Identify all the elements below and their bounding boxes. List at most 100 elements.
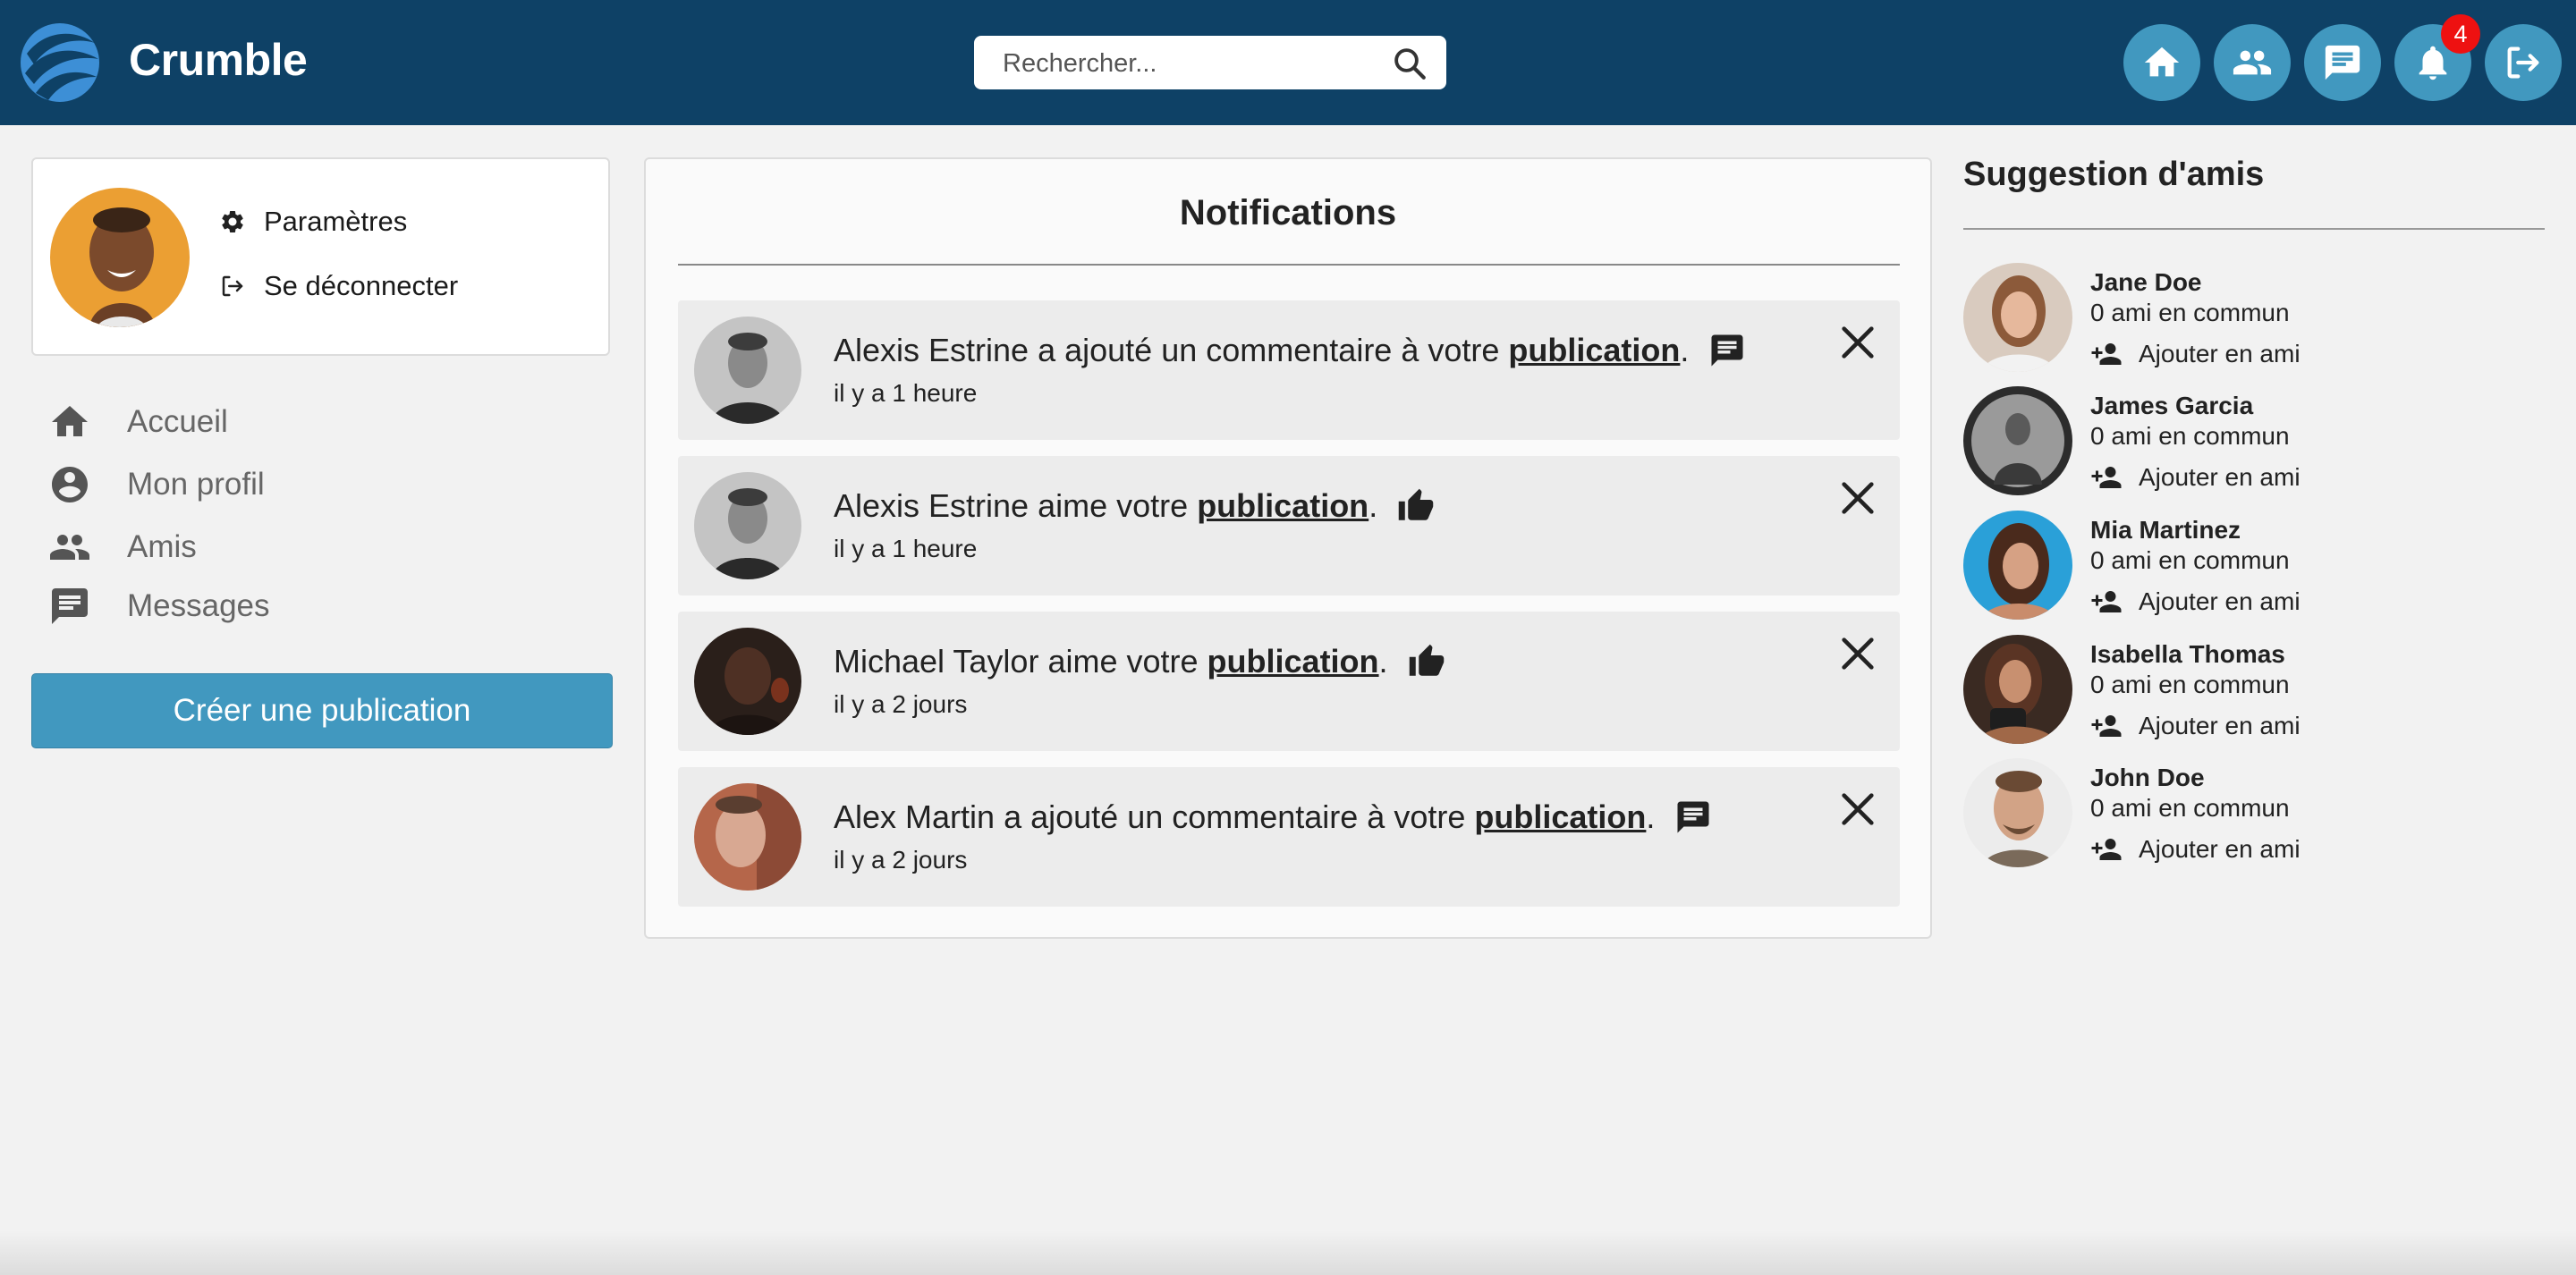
create-post-button[interactable]: Créer une publication: [31, 673, 613, 748]
avatar[interactable]: [1963, 635, 2072, 744]
publication-link[interactable]: publication: [1208, 643, 1379, 680]
notification-punct: .: [1378, 643, 1388, 680]
notification-time: il y a 1 heure: [834, 535, 978, 562]
publication-link[interactable]: publication: [1474, 798, 1646, 836]
notification-count-badge: 4: [2441, 14, 2480, 54]
notifications-title: Notifications: [1179, 193, 1397, 232]
close-icon[interactable]: [1837, 789, 1878, 830]
suggestion-name[interactable]: Jane Doe: [2090, 268, 2202, 297]
notification-item[interactable]: Alexis Estrine a ajouté un commentaire à…: [678, 300, 1900, 440]
publication-link[interactable]: publication: [1197, 487, 1368, 525]
avatar[interactable]: [1963, 263, 2072, 372]
notification-text: Michael Taylor aime votre publication.: [834, 643, 1445, 680]
mutual-friends: 0 ami en commun: [2090, 546, 2290, 574]
notification-punct: .: [1368, 487, 1378, 524]
nav-item-accueil[interactable]: Accueil: [48, 401, 228, 443]
add-friend-button[interactable]: Ajouter en ami: [2090, 338, 2301, 370]
notification-actor: Alexis Estrine: [834, 332, 1030, 368]
notification-item[interactable]: Alexis Estrine aime votre publication. i…: [678, 456, 1900, 595]
notification-actor: Alex Martin: [834, 798, 996, 835]
nav-item-label: Mon profil: [127, 467, 265, 502]
notification-time: il y a 2 jours: [834, 690, 968, 718]
logout-label: Se déconnecter: [264, 270, 459, 301]
notification-action: a ajouté un commentaire à votre: [1004, 798, 1466, 835]
friends-icon: [2233, 50, 2272, 75]
nav-item-profil[interactable]: Mon profil: [48, 463, 265, 506]
messages-button[interactable]: [2304, 24, 2381, 101]
add-friend-button[interactable]: Ajouter en ami: [2090, 833, 2301, 865]
mutual-friends: 0 ami en commun: [2090, 794, 2290, 822]
nav-item-messages[interactable]: Messages: [48, 585, 270, 628]
suggestion-item: John Doe 0 ami en commun Ajouter en ami: [1963, 758, 2545, 869]
add-friend-button[interactable]: Ajouter en ami: [2090, 461, 2301, 494]
comment-icon: [1677, 801, 1709, 833]
notification-item[interactable]: Alex Martin a ajouté un commentaire à vo…: [678, 767, 1900, 907]
page-bottom-edge: [0, 1230, 2576, 1275]
brand-name[interactable]: Crumble: [129, 34, 308, 86]
thumbs-up-icon: [1409, 644, 1444, 676]
logout-link[interactable]: Se déconnecter: [219, 270, 458, 302]
top-bar: Crumble 4: [0, 0, 2576, 125]
crumble-logo[interactable]: [18, 21, 102, 104]
divider: [1963, 228, 2545, 230]
settings-link[interactable]: Paramètres: [219, 206, 407, 238]
avatar[interactable]: [694, 472, 801, 579]
add-friend-button[interactable]: Ajouter en ami: [2090, 710, 2301, 742]
close-icon[interactable]: [1837, 633, 1878, 674]
avatar[interactable]: [694, 317, 801, 424]
suggestion-name[interactable]: Isabella Thomas: [2090, 640, 2285, 669]
notification-actor: Michael Taylor: [834, 643, 1039, 680]
close-icon[interactable]: [1837, 477, 1878, 519]
person-add-icon: [2091, 715, 2122, 737]
close-icon[interactable]: [1837, 322, 1878, 363]
avatar[interactable]: [1963, 511, 2072, 620]
mutual-friends: 0 ami en commun: [2090, 299, 2290, 326]
settings-label: Paramètres: [264, 206, 408, 237]
add-friend-button[interactable]: Ajouter en ami: [2090, 586, 2301, 618]
notification-time: il y a 2 jours: [834, 846, 968, 874]
mutual-friends: 0 ami en commun: [2090, 671, 2290, 698]
home-button[interactable]: [2123, 24, 2200, 101]
notification-action: aime votre: [1047, 643, 1199, 680]
notifications-panel: Notifications Alexis Estrine a ajouté un…: [644, 157, 1932, 939]
avatar[interactable]: [1963, 758, 2072, 867]
avatar[interactable]: [1963, 386, 2072, 495]
suggestion-name[interactable]: James Garcia: [2090, 392, 2253, 420]
mutual-friends: 0 ami en commun: [2090, 422, 2290, 450]
add-friend-label: Ajouter en ami: [2139, 712, 2301, 739]
notification-action: aime votre: [1038, 487, 1189, 524]
suggestion-name[interactable]: John Doe: [2090, 764, 2205, 792]
comment-icon: [1711, 334, 1743, 367]
avatar[interactable]: [694, 783, 801, 891]
nav-item-label: Accueil: [127, 404, 228, 439]
suggestion-item: Jane Doe 0 ami en commun Ajouter en ami: [1963, 263, 2545, 374]
logout-button[interactable]: [2485, 24, 2562, 101]
notification-item[interactable]: Michael Taylor aime votre publication. i…: [678, 612, 1900, 751]
search-icon[interactable]: [1391, 45, 1428, 82]
add-friend-label: Ajouter en ami: [2139, 340, 2301, 367]
suggestion-name[interactable]: Mia Martinez: [2090, 516, 2241, 545]
home-icon: [52, 406, 88, 436]
publication-link[interactable]: publication: [1508, 332, 1680, 369]
messages-icon: [2325, 45, 2360, 80]
thumbs-up-icon: [1398, 488, 1434, 520]
home-icon: [2144, 46, 2180, 77]
nav-item-amis[interactable]: Amis: [48, 526, 197, 569]
notification-text: Alex Martin a ajouté un commentaire à vo…: [834, 798, 1712, 836]
suggestion-item: Mia Martinez 0 ami en commun Ajouter en …: [1963, 511, 2545, 621]
avatar[interactable]: [694, 628, 801, 735]
search-input[interactable]: [1001, 36, 1380, 91]
suggestions-title: Suggestion d'amis: [1963, 156, 2265, 193]
user-avatar[interactable]: [50, 188, 190, 327]
friends-button[interactable]: [2214, 24, 2291, 101]
notification-text: Alexis Estrine aime votre publication.: [834, 487, 1435, 525]
logout-icon: [2507, 46, 2539, 79]
nav-item-label: Messages: [127, 588, 270, 623]
logout-icon: [222, 275, 243, 297]
add-friend-label: Ajouter en ami: [2139, 587, 2301, 615]
profile-card: Paramètres Se déconnecter: [31, 157, 610, 356]
notification-text: Alexis Estrine a ajouté un commentaire à…: [834, 332, 1746, 369]
notification-actor: Alexis Estrine: [834, 487, 1030, 524]
search-bar[interactable]: [974, 36, 1446, 91]
suggestion-item: James Garcia 0 ami en commun Ajouter en …: [1963, 386, 2545, 497]
